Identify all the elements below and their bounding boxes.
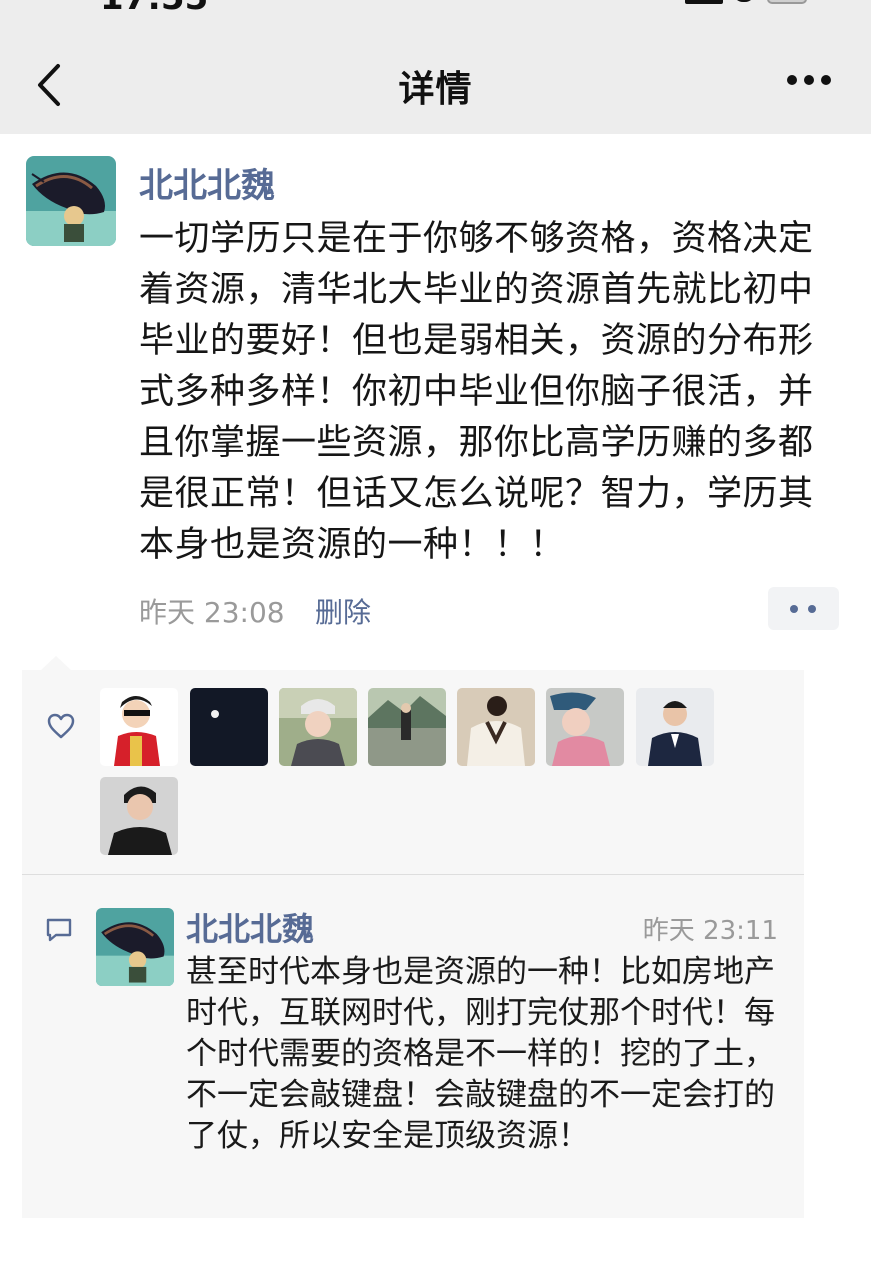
signal-icon: [685, 0, 723, 4]
like-avatar-7[interactable]: [636, 688, 714, 766]
like-avatar-1[interactable]: [100, 688, 178, 766]
comment-timestamp: 昨天 23:11: [642, 916, 778, 946]
status-bar: 17:55: [0, 0, 871, 30]
like-avatar-8[interactable]: [100, 777, 178, 855]
comment-author-avatar[interactable]: [96, 908, 174, 986]
panel-pointer: [40, 656, 72, 671]
status-time: 17:55: [100, 0, 208, 18]
like-avatar-2[interactable]: [190, 688, 268, 766]
like-avatar-3[interactable]: [279, 688, 357, 766]
post-author-avatar[interactable]: [26, 156, 116, 246]
post-author-name[interactable]: 北北北魏: [139, 158, 275, 207]
post-action-button[interactable]: [768, 587, 839, 630]
status-indicators: [685, 0, 807, 6]
heart-icon: [46, 712, 76, 740]
battery-icon: [767, 0, 807, 4]
wifi-icon: [733, 0, 755, 2]
action-dot-icon: [808, 605, 816, 613]
like-avatar-6[interactable]: [546, 688, 624, 766]
nav-bar: 详情: [0, 30, 871, 134]
post-text: 一切学历只是在于你够不够资格，资格决定着资源，清华北大毕业的资源首先就比初中毕业…: [139, 219, 814, 565]
comment-author-name[interactable]: 北北北魏: [186, 904, 314, 950]
avatar-image: [26, 156, 116, 246]
action-dot-icon: [790, 605, 798, 613]
post-timestamp: 昨天 23:08: [139, 596, 285, 629]
more-button[interactable]: [787, 74, 831, 86]
interaction-panel: 北北北魏 昨天 23:11 甚至时代本身也是资源的一种！比如房地产时代，互联网时…: [22, 670, 804, 1218]
avatar-image: [96, 908, 174, 986]
comment-text[interactable]: 甚至时代本身也是资源的一种！比如房地产时代，互联网时代，刚打完仗那个时代！每个时…: [186, 952, 786, 1157]
section-divider: [22, 874, 804, 875]
like-avatar-5[interactable]: [457, 688, 535, 766]
page-title: 详情: [398, 69, 473, 110]
more-horizontal-icon: [787, 75, 831, 85]
like-avatar-4[interactable]: [368, 688, 446, 766]
delete-link[interactable]: 删除: [315, 591, 371, 631]
comment-icon: [44, 916, 74, 944]
